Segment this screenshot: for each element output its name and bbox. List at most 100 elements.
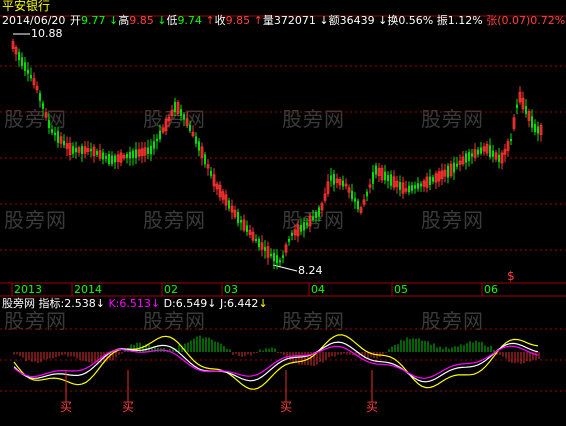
candle-body — [414, 185, 416, 189]
candle-body — [273, 252, 275, 262]
high-price-marker: 10.88 — [31, 27, 63, 40]
candle-body — [105, 156, 107, 159]
candle-body — [132, 150, 134, 159]
candle-body — [96, 151, 98, 155]
candle-body — [489, 145, 491, 158]
candle-body — [18, 52, 20, 61]
candle-body — [516, 104, 518, 108]
down-arrow-icon: ↓ — [319, 14, 329, 27]
candle-body — [90, 148, 92, 152]
candle-body — [72, 146, 74, 154]
candle-body — [420, 183, 422, 187]
candle-body — [372, 172, 374, 184]
special-marker: $ — [507, 269, 515, 283]
candle-body — [534, 123, 536, 133]
candle-body — [390, 174, 392, 186]
d-label: D: — [163, 297, 176, 310]
x-axis-label: 03 — [224, 283, 238, 296]
candle-body — [228, 200, 230, 209]
up-arrow-icon: ↑ — [205, 14, 215, 27]
x-axis-label: 04 — [311, 283, 325, 296]
change-pct: 0.72% — [530, 14, 566, 27]
candle-body — [387, 175, 389, 181]
candle-body — [114, 155, 116, 163]
candle-body — [300, 225, 302, 232]
amplitude-value: 1.12% — [447, 14, 483, 27]
candle-body — [366, 191, 368, 197]
candle-body — [282, 255, 284, 258]
candle-body — [291, 232, 293, 236]
candle-body — [264, 247, 266, 251]
k-value: 6.513 — [119, 297, 151, 310]
candle-body — [510, 138, 512, 142]
candle-body — [129, 152, 131, 159]
x-axis-label: 05 — [394, 283, 408, 296]
low-value: 9.74 — [177, 14, 202, 27]
candle-body — [447, 165, 449, 178]
candle-body — [432, 177, 434, 182]
down-arrow-icon: ↓ — [95, 297, 105, 310]
candle-body — [39, 93, 41, 101]
candle-body — [48, 119, 50, 129]
candle-body — [81, 146, 83, 154]
candle-body — [75, 147, 77, 153]
candle-body — [111, 155, 113, 164]
amount-label: 额 — [328, 14, 340, 27]
candle-body — [240, 219, 242, 223]
candle-body — [156, 138, 158, 142]
high-label: 高 — [118, 14, 130, 27]
candle-body — [288, 238, 290, 242]
candle-body — [246, 225, 248, 233]
candle-body — [492, 150, 494, 157]
candle-body — [189, 124, 191, 132]
candle-body — [357, 200, 359, 210]
candle-body — [27, 69, 29, 74]
candle-body — [399, 182, 401, 190]
candle-body — [237, 212, 239, 223]
x-axis-label: 2014 — [74, 283, 102, 296]
chart-canvas[interactable] — [0, 0, 566, 426]
candle-body — [417, 183, 419, 189]
candle-body — [42, 103, 44, 109]
candle-body — [258, 238, 260, 248]
candle-body — [195, 136, 197, 144]
candle-body — [525, 106, 527, 114]
candle-body — [468, 152, 470, 161]
stock-title: 平安银行 — [2, 0, 51, 13]
indicator-header: 股旁网 指标:2.538↓ K:6.513↓ D:6.549↓ J:6.442↓ — [2, 298, 268, 310]
buy-signal-label: 买 — [60, 400, 73, 414]
d-line — [13, 345, 539, 379]
candle-body — [384, 171, 386, 181]
candle-body — [477, 149, 479, 155]
volume-label: 量 — [262, 14, 274, 27]
change-label: 张 — [486, 14, 498, 27]
candle-body — [408, 185, 410, 193]
candle-body — [57, 131, 59, 143]
candle-body — [159, 130, 161, 140]
candle-body — [135, 149, 137, 159]
buy-signal-label: 买 — [280, 400, 293, 414]
candle-body — [204, 154, 206, 165]
down-arrow-icon: ↓ — [207, 297, 217, 310]
candle-body — [150, 145, 152, 155]
buy-signal-label: 买 — [122, 400, 135, 414]
amplitude-label: 振 — [436, 14, 448, 27]
candle-body — [255, 238, 257, 242]
candle-body — [330, 175, 332, 181]
stock-chart-window: { "header": { "title": "平安银行", "date": "… — [0, 0, 566, 426]
x-axis-label: 06 — [484, 283, 498, 296]
indicator-value: 2.538 — [64, 297, 96, 310]
candle-body — [333, 174, 335, 185]
j-label: J: — [219, 297, 227, 310]
candle-body — [102, 152, 104, 160]
d-value: 6.549 — [175, 297, 208, 310]
close-label: 收 — [214, 14, 226, 27]
candle-body — [471, 153, 473, 157]
candle-body — [315, 212, 317, 218]
candle-body — [51, 129, 53, 133]
candle-body — [498, 154, 500, 162]
date-label: 2014/06/20 — [2, 14, 66, 27]
candle-body — [465, 153, 467, 163]
candle-body — [21, 57, 23, 66]
candle-body — [303, 222, 305, 231]
